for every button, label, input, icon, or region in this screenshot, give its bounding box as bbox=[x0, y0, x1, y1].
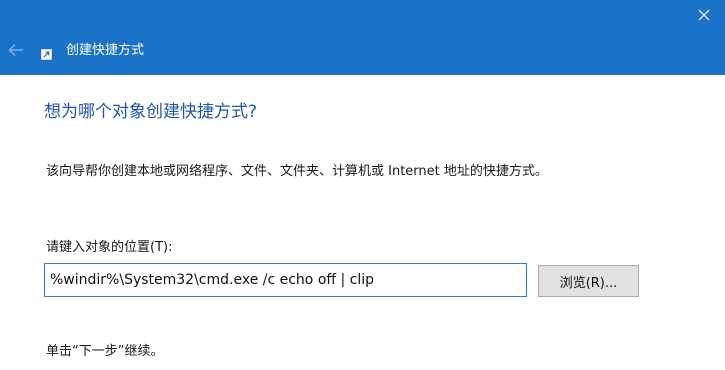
close-button[interactable] bbox=[689, 2, 719, 28]
location-label: 请键入对象的位置(T): bbox=[46, 240, 173, 255]
footer-hint: 单击“下一步”继续。 bbox=[46, 344, 164, 359]
window-title: 创建快捷方式 bbox=[66, 43, 145, 58]
wizard-description: 该向导帮你创建本地或网络程序、文件、文件夹、计算机或 Internet 地址的快… bbox=[46, 164, 548, 179]
back-button[interactable] bbox=[4, 38, 28, 62]
shortcut-icon bbox=[41, 49, 52, 60]
back-arrow-icon bbox=[8, 44, 23, 56]
title-bar: 创建快捷方式 bbox=[0, 0, 725, 75]
close-icon bbox=[698, 9, 710, 21]
location-input[interactable] bbox=[44, 263, 527, 297]
page-heading: 想为哪个对象创建快捷方式? bbox=[44, 102, 258, 122]
browse-button[interactable]: 浏览(R)... bbox=[538, 265, 639, 297]
